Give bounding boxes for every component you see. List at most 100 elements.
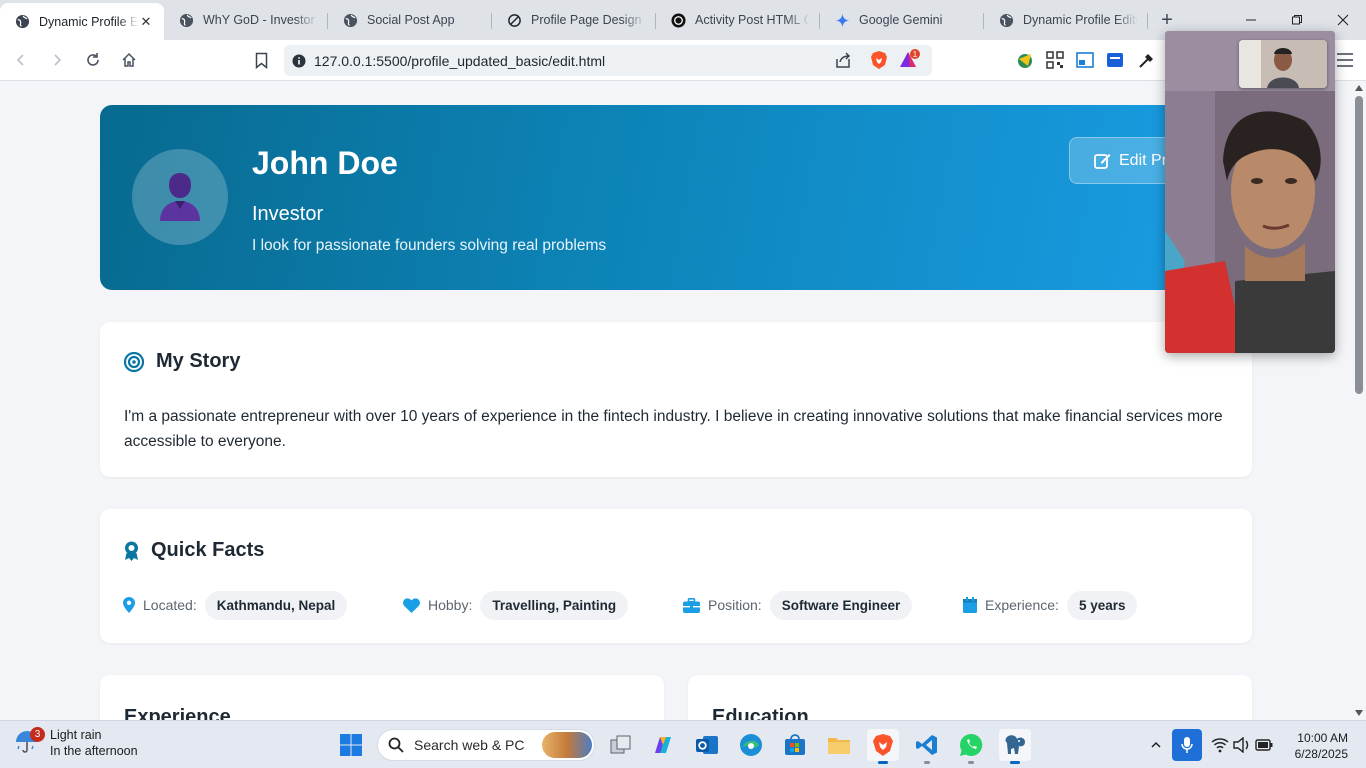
store-button[interactable] (779, 729, 811, 761)
fact-label: Hobby: (428, 597, 473, 613)
speaker-icon (1233, 737, 1249, 753)
translate-extension-icon[interactable] (1015, 50, 1035, 70)
brave-shields-icon[interactable] (870, 50, 888, 75)
my-story-heading: My Story (124, 350, 240, 373)
education-card: Education (688, 675, 1252, 720)
clock-date: 6/28/2025 (1294, 747, 1348, 761)
brave-taskbar-button[interactable] (867, 729, 899, 764)
windows-logo-icon (340, 734, 362, 756)
system-clock[interactable]: 10:00 AM 6/28/2025 (1295, 730, 1348, 762)
window-resizer-icon[interactable] (1075, 50, 1095, 70)
globe-icon (998, 12, 1014, 28)
fact-label: Experience: (985, 597, 1059, 613)
address-bar[interactable]: 127.0.0.1:5500/profile_updated_basic/edi… (284, 45, 932, 76)
tab-extension-icon[interactable] (1105, 50, 1125, 70)
vscode-button[interactable] (911, 729, 943, 764)
fact-label: Located: (143, 597, 197, 613)
color-picker-icon[interactable] (1137, 50, 1157, 70)
home-button[interactable] (114, 45, 144, 75)
tab-social-post[interactable]: Social Post App (328, 3, 492, 37)
share-icon[interactable] (834, 51, 852, 74)
back-button[interactable] (6, 45, 36, 75)
outlook-icon (696, 736, 718, 754)
bookmark-button[interactable] (250, 48, 272, 72)
quick-facts-card: Quick Facts Located: Kathmandu, Nepal Ho… (100, 509, 1252, 643)
tab-profile-design[interactable]: Profile Page Design ar (492, 3, 656, 37)
brave-rewards-icon[interactable]: 1 (898, 49, 922, 76)
qr-code-icon[interactable] (1045, 50, 1065, 70)
award-icon (124, 541, 139, 561)
copilot-button[interactable] (647, 729, 679, 761)
fact-experience: Experience: 5 years (963, 590, 1138, 620)
postgres-button[interactable] (999, 729, 1031, 764)
self-view-thumbnail[interactable] (1239, 40, 1327, 88)
tab-investor[interactable]: WhY GoD - Investor P (164, 3, 328, 37)
map-pin-icon (123, 597, 135, 613)
tab-title: Social Post App (367, 13, 455, 27)
chevron-left-icon (16, 54, 24, 66)
weather-badge: 3 (30, 727, 45, 742)
user-icon (160, 173, 200, 221)
target-icon (124, 351, 144, 372)
fact-value: Software Engineer (769, 590, 913, 620)
tab-dynamic-profile[interactable]: Dynamic Profile E ✕ (0, 3, 164, 40)
fact-label: Position: (708, 597, 762, 613)
quick-facts-title: Quick Facts (151, 539, 265, 561)
whatsapp-icon (960, 733, 983, 756)
forward-button[interactable] (42, 45, 72, 75)
fact-hobby: Hobby: Travelling, Painting (403, 590, 629, 620)
chatgpt-icon (506, 12, 522, 28)
my-story-title: My Story (156, 350, 241, 372)
fact-position: Position: Software Engineer (683, 590, 913, 620)
fact-value: 5 years (1066, 590, 1138, 620)
quick-settings-button[interactable] (1207, 729, 1277, 761)
close-icon[interactable]: ✕ (138, 14, 154, 30)
openai-icon (670, 12, 686, 28)
taskbar-search-box[interactable]: Search web & PC (377, 729, 595, 761)
clock-time: 10:00 AM (1297, 731, 1348, 745)
my-story-text: I'm a passionate entrepreneur with over … (124, 408, 1223, 450)
globe-icon (342, 12, 358, 28)
bookmark-icon (255, 52, 267, 69)
experience-heading: Experience (124, 706, 231, 720)
video-call-overlay[interactable] (1165, 31, 1335, 353)
tab-title: Google Gemini (859, 13, 943, 27)
task-view-button[interactable] (605, 729, 637, 761)
wifi-icon (1211, 738, 1229, 753)
microphone-button[interactable] (1172, 729, 1202, 761)
tab-gemini[interactable]: Google Gemini (820, 3, 984, 37)
fact-location: Located: Kathmandu, Nepal (123, 590, 348, 620)
weather-widget[interactable]: 3 Light rain In the afternoon (14, 727, 138, 759)
edge-button[interactable] (735, 729, 767, 761)
reload-button[interactable] (78, 45, 108, 75)
battery-icon (1255, 739, 1273, 751)
page-scrollbar[interactable] (1352, 81, 1366, 720)
outlook-button[interactable] (691, 729, 723, 761)
reload-icon (87, 53, 99, 66)
tab-profile-editor[interactable]: Dynamic Profile Edito (984, 3, 1148, 37)
search-placeholder: Search web & PC (414, 737, 525, 753)
briefcase-icon (683, 597, 700, 613)
site-info-icon[interactable] (284, 54, 314, 68)
rewards-count: 1 (913, 50, 918, 59)
tab-activity-post[interactable]: Activity Post HTML Co (656, 3, 820, 37)
tab-separator (1147, 13, 1148, 29)
brave-icon (873, 734, 893, 756)
weather-umbrella-icon: 3 (14, 727, 45, 757)
running-indicator (968, 761, 974, 764)
profile-role: Investor (252, 203, 324, 225)
edge-icon (740, 734, 762, 756)
start-button[interactable] (335, 729, 367, 761)
scrollbar-thumb[interactable] (1355, 96, 1363, 394)
tab-title: Profile Page Design ar (531, 13, 646, 27)
browser-toolbar: 127.0.0.1:5500/profile_updated_basic/edi… (0, 40, 1366, 81)
experience-card: Experience (100, 675, 664, 720)
hamburger-menu-icon[interactable] (1336, 52, 1354, 68)
home-icon (122, 52, 136, 67)
scroll-down-arrow-icon (1355, 710, 1363, 716)
whatsapp-button[interactable] (955, 729, 987, 764)
profile-header: John Doe Investor I look for passionate … (100, 105, 1252, 290)
file-explorer-button[interactable] (823, 729, 855, 761)
show-hidden-icons-button[interactable] (1140, 729, 1172, 761)
elephant-icon (1005, 735, 1025, 754)
